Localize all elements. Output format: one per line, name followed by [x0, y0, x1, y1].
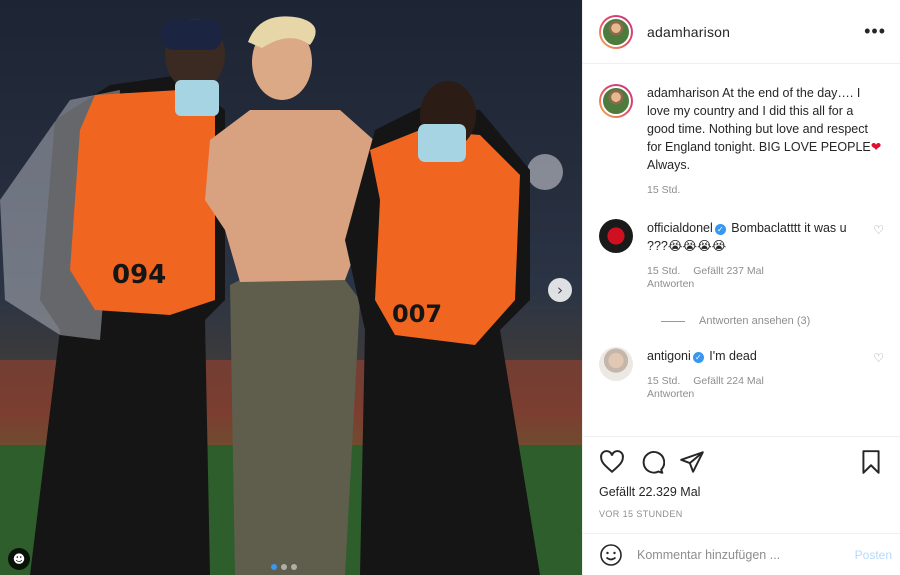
like-count[interactable]: Gefällt 22.329 Mal: [599, 485, 884, 499]
more-horizontal-icon[interactable]: •••: [864, 21, 886, 42]
user-tag-icon[interactable]: ☻: [8, 548, 30, 570]
post-photo[interactable]: 094 007 › ☻: [0, 0, 582, 575]
heart-emoji: ❤: [870, 140, 882, 154]
comment-time[interactable]: 15 Std.: [647, 265, 680, 277]
comment-time[interactable]: 15 Std.: [647, 375, 680, 387]
reply-button[interactable]: Antworten: [647, 278, 857, 291]
post-header: adamharison •••: [583, 0, 900, 64]
comment-username[interactable]: officialdonel: [647, 221, 713, 235]
comment-heart-icon[interactable]: ♡: [873, 223, 884, 237]
post-actions: Gefällt 22.329 Mal VOR 15 STUNDEN: [583, 436, 900, 519]
caption-avatar[interactable]: [599, 84, 633, 118]
smiley-icon[interactable]: [599, 543, 623, 567]
caption: adamharison At the end of the day…. I lo…: [599, 84, 884, 197]
comment-item: antigoni ✓ I'm dead 15 Std. Gefällt 224 M…: [599, 347, 884, 401]
carousel-dot-active: [271, 564, 277, 570]
commenter-avatar[interactable]: [599, 219, 633, 253]
post-date[interactable]: VOR 15 STUNDEN: [599, 509, 884, 519]
comment-likes[interactable]: Gefällt 224 Mal: [693, 375, 764, 387]
comment-heart-icon[interactable]: ♡: [873, 351, 884, 365]
author-avatar[interactable]: [599, 14, 633, 49]
carousel-dot: [291, 564, 297, 570]
comment-text: I'm dead: [709, 349, 757, 363]
carousel-dots: [271, 564, 297, 570]
comments-list: adamharison At the end of the day…. I lo…: [583, 64, 900, 439]
photo-illustration: 094 007: [0, 16, 582, 575]
caption-username[interactable]: adamharison: [647, 86, 719, 100]
heart-icon[interactable]: [599, 449, 625, 475]
share-icon[interactable]: [679, 449, 705, 475]
vest-number-left: 094: [112, 260, 166, 290]
comment-username[interactable]: antigoni: [647, 349, 691, 363]
view-replies-button[interactable]: Antworten ansehen (3): [661, 315, 884, 327]
verified-badge-icon: ✓: [714, 224, 726, 235]
reply-button[interactable]: Antworten: [647, 388, 857, 401]
caption-text-end: Always.: [647, 158, 691, 172]
carousel-dot: [281, 564, 287, 570]
next-image-button[interactable]: ›: [548, 278, 572, 302]
comment-item: officialdonel ✓ Bombaclatttt it was u ???…: [599, 219, 884, 291]
vest-number-right: 007: [392, 300, 442, 328]
view-replies-label[interactable]: Antworten ansehen (3): [699, 315, 810, 327]
post-side-panel: adamharison ••• adamharison At the end o…: [582, 0, 900, 575]
comment-likes[interactable]: Gefällt 237 Mal: [693, 265, 764, 277]
comment-icon[interactable]: [639, 449, 665, 475]
comment-input[interactable]: [637, 547, 855, 562]
bookmark-icon[interactable]: [858, 449, 884, 475]
author-username[interactable]: adamharison: [647, 24, 730, 40]
caption-time[interactable]: 15 Std.: [647, 184, 680, 196]
add-comment-bar: Posten: [583, 533, 900, 575]
commenter-avatar[interactable]: [599, 347, 633, 381]
post-comment-button[interactable]: Posten: [855, 548, 892, 562]
verified-badge-icon: ✓: [692, 352, 704, 363]
